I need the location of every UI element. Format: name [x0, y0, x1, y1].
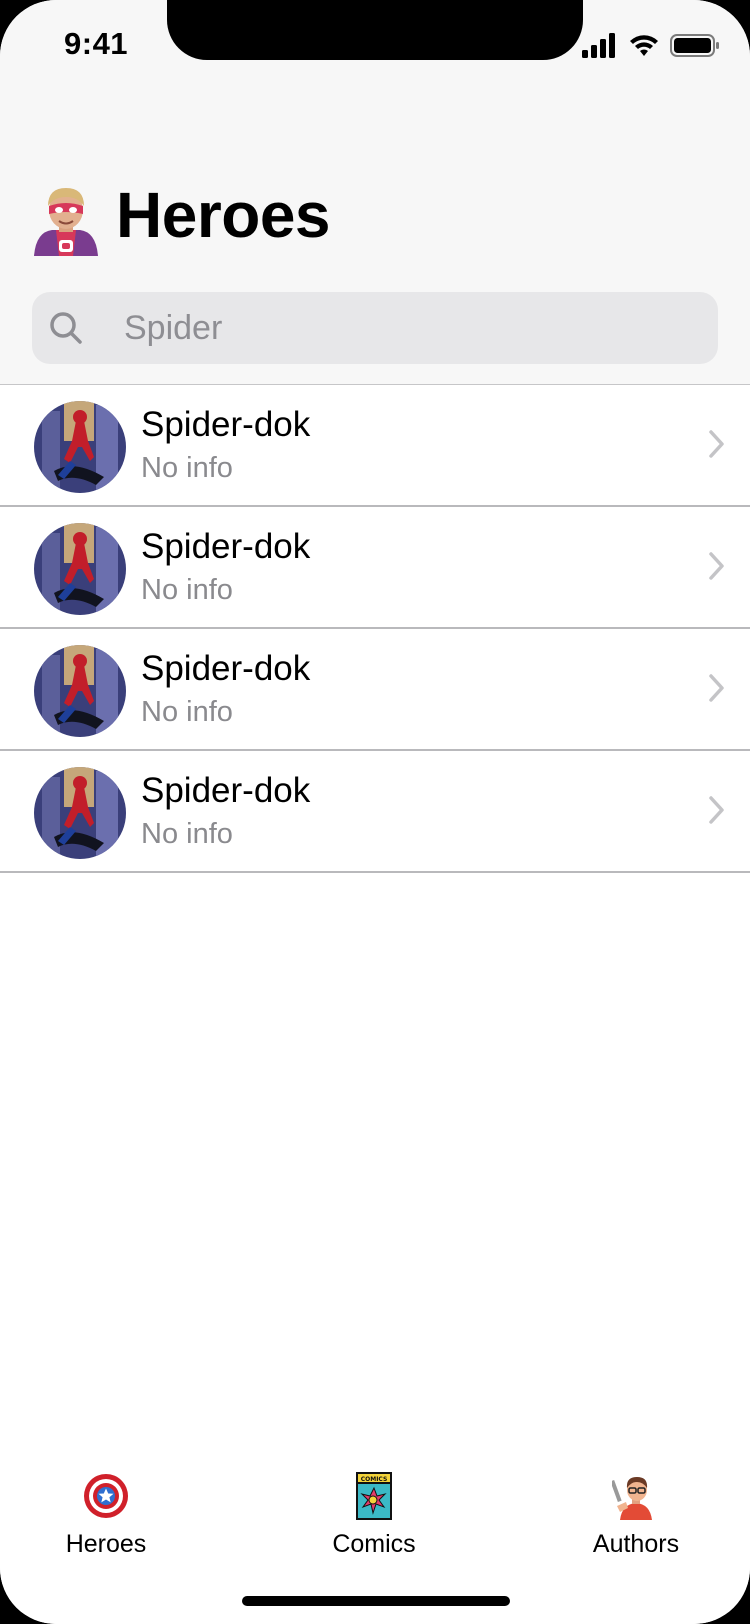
hero-name: Spider-dok — [141, 649, 311, 688]
spider-hero-avatar — [34, 401, 126, 493]
hero-info: No info — [141, 574, 233, 606]
spider-hero-avatar — [34, 523, 126, 615]
status-icons — [582, 33, 719, 58]
superhero-emoji-icon — [34, 188, 98, 256]
navigation-header: 9:41 Heroes Spider — [0, 0, 750, 384]
hero-info: No info — [141, 818, 233, 850]
hero-info: No info — [141, 452, 233, 484]
search-icon — [50, 312, 82, 344]
battery-icon — [670, 34, 719, 57]
hero-info: No info — [141, 696, 233, 728]
search-input[interactable] — [92, 292, 692, 364]
comic-book-icon: COMICS — [356, 1472, 392, 1520]
home-indicator[interactable] — [242, 1596, 510, 1606]
hero-row[interactable]: Spider-dok No info — [0, 507, 750, 629]
wifi-icon — [630, 35, 658, 56]
chevron-right-icon — [709, 796, 724, 824]
tab-comics[interactable]: COMICS Comics — [274, 1472, 474, 1572]
status-time: 9:41 — [64, 26, 129, 61]
shield-icon — [84, 1474, 128, 1518]
search-bar[interactable] — [32, 292, 718, 364]
tab-label: Authors — [592, 1530, 680, 1558]
spider-hero-avatar — [34, 645, 126, 737]
hero-row[interactable]: Spider-dok No info — [0, 629, 750, 751]
tab-authors[interactable]: Authors — [536, 1472, 736, 1572]
author-icon — [612, 1477, 652, 1520]
spider-hero-avatar — [34, 767, 126, 859]
tab-heroes[interactable]: Heroes — [6, 1472, 206, 1572]
hero-name: Spider-dok — [141, 771, 311, 810]
chevron-right-icon — [709, 430, 724, 458]
hero-name: Spider-dok — [141, 527, 311, 566]
tab-label: Comics — [332, 1530, 416, 1558]
chevron-right-icon — [709, 552, 724, 580]
chevron-right-icon — [709, 674, 724, 702]
page-title: Heroes — [116, 179, 331, 251]
signal-icon — [582, 33, 615, 58]
app-screen: 9:41 Heroes Spider Spider-dok No info Sp… — [0, 0, 750, 1624]
hero-list: Spider-dok No info Spider-dok No info Sp… — [0, 385, 750, 873]
device-notch — [167, 0, 583, 60]
tab-label: Heroes — [65, 1530, 147, 1558]
hero-name: Spider-dok — [141, 405, 311, 444]
hero-row[interactable]: Spider-dok No info — [0, 751, 750, 873]
hero-row[interactable]: Spider-dok No info — [0, 385, 750, 507]
svg-text:COMICS: COMICS — [361, 1476, 388, 1483]
